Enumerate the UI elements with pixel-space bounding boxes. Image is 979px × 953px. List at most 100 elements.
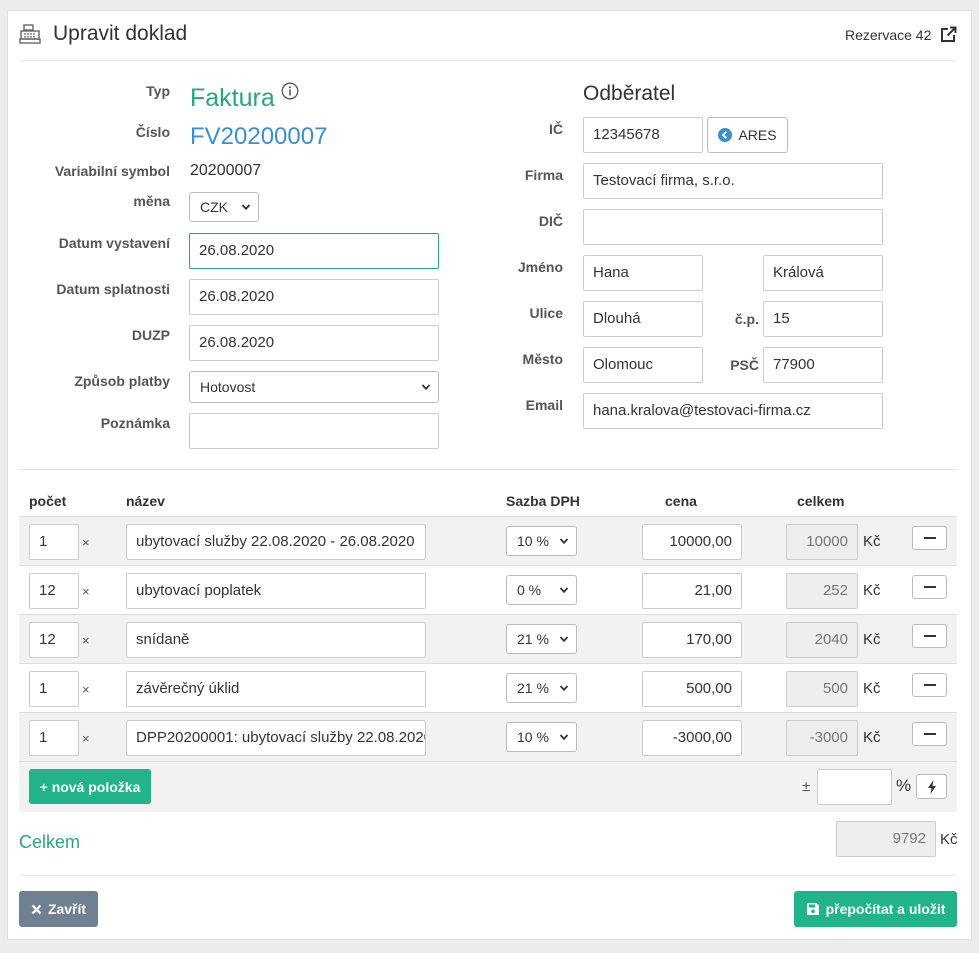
issue-date-label: Datum vystavení — [58, 235, 170, 251]
item-price-input[interactable]: 500,00 — [642, 671, 742, 707]
postal-code-input[interactable]: 77900 — [763, 347, 883, 383]
city-input[interactable]: Olomouc — [583, 347, 703, 383]
currency-select-value: CZK — [200, 199, 228, 215]
variable-symbol-label: Variabilní symbol — [54, 163, 170, 179]
item-vat-value: 21 % — [517, 631, 549, 647]
duzp-label: DUZP — [131, 327, 170, 343]
chevron-down-icon — [241, 204, 251, 211]
table-row: 1 × závěrečný úklid 21 % 500,00 500 Kč — [19, 664, 957, 713]
item-total-field: -3000 — [786, 720, 858, 756]
ic-input[interactable]: 12345678 — [583, 117, 703, 153]
close-button[interactable]: Zavřít — [19, 891, 98, 927]
item-total-field: 2040 — [786, 622, 858, 658]
remove-item-button[interactable] — [912, 526, 947, 550]
save-icon — [806, 903, 819, 915]
item-price-input[interactable]: 170,00 — [642, 622, 742, 658]
payment-method-select[interactable]: Hotovost — [189, 371, 439, 403]
document-type: Faktura — [190, 84, 275, 112]
chevron-down-icon — [559, 734, 569, 741]
plus-minus-symbol: ± — [802, 778, 811, 795]
column-header-vat: Sazba DPH — [506, 493, 580, 509]
chevron-down-icon — [559, 587, 569, 594]
discount-input[interactable] — [817, 769, 892, 805]
item-total-field: 500 — [786, 671, 858, 707]
chevron-down-icon — [559, 538, 569, 545]
postal-code-label: PSČ — [730, 357, 759, 373]
item-vat-select[interactable]: 0 % — [506, 575, 577, 605]
grand-total-field: 9792 — [836, 821, 936, 857]
currency-symbol: Kč — [863, 631, 881, 648]
column-header-count: počet — [29, 493, 67, 509]
close-icon — [31, 904, 42, 914]
percent-symbol: % — [896, 776, 912, 795]
duzp-input[interactable]: 26.08.2020 — [189, 325, 439, 361]
ares-button-label: ARES — [738, 127, 777, 143]
due-date-input[interactable]: 26.08.2020 — [189, 279, 439, 315]
table-row: 12 × ubytovací poplatek 0 % 21,00 252 Kč — [19, 566, 957, 615]
remove-item-button[interactable] — [912, 575, 947, 599]
lightning-icon — [927, 779, 936, 794]
note-label: Poznámka — [100, 415, 170, 431]
item-count-input[interactable]: 12 — [29, 573, 79, 609]
type-label: Typ — [146, 83, 170, 99]
chevron-down-icon — [559, 685, 569, 692]
item-price-input[interactable]: 10000,00 — [642, 524, 742, 560]
times-symbol: × — [82, 682, 90, 697]
item-vat-value: 0 % — [517, 582, 542, 598]
save-button-label: přepočítat a uložit — [825, 901, 946, 917]
item-count-input[interactable]: 12 — [29, 622, 79, 658]
item-name-input[interactable]: snídaně — [126, 622, 426, 658]
column-header-total: celkem — [797, 493, 845, 509]
remove-item-button[interactable] — [912, 722, 947, 746]
table-row: 1 × ubytovací služby 22.08.2020 - 26.08.… — [19, 517, 957, 566]
remove-item-button[interactable] — [912, 673, 947, 697]
times-symbol: × — [82, 731, 90, 746]
payment-method-value: Hotovost — [200, 379, 256, 395]
item-vat-value: 21 % — [517, 680, 549, 696]
street-label: Ulice — [529, 305, 563, 321]
item-name-input[interactable]: ubytovací poplatek — [126, 573, 426, 609]
reservation-link[interactable]: Rezervace 42 — [845, 27, 931, 43]
item-vat-select[interactable]: 10 % — [506, 722, 577, 752]
item-vat-select[interactable]: 10 % — [506, 526, 577, 556]
item-total-field: 252 — [786, 573, 858, 609]
note-input[interactable] — [189, 413, 439, 449]
dic-input[interactable] — [583, 209, 883, 245]
external-link-icon[interactable] — [940, 26, 957, 43]
house-number-input[interactable]: 15 — [763, 301, 883, 337]
remove-item-button[interactable] — [912, 624, 947, 648]
ares-button[interactable]: ARES — [707, 117, 788, 153]
dic-label: DIČ — [538, 213, 563, 229]
last-name-input[interactable]: Králová — [763, 255, 883, 291]
first-name-input[interactable]: Hana — [583, 255, 703, 291]
item-vat-select[interactable]: 21 % — [506, 673, 577, 703]
item-count-input[interactable]: 1 — [29, 524, 79, 560]
apply-discount-button[interactable] — [916, 774, 947, 799]
email-input[interactable]: hana.kralova@testovaci-firma.cz — [583, 393, 883, 429]
table-row: 12 × snídaně 21 % 170,00 2040 Kč — [19, 615, 957, 664]
currency-select[interactable]: CZK — [189, 192, 259, 222]
item-count-input[interactable]: 1 — [29, 671, 79, 707]
issue-date-input[interactable]: 26.08.2020 — [189, 233, 439, 269]
item-vat-select[interactable]: 21 % — [506, 624, 577, 654]
currency-symbol: Kč — [863, 582, 881, 599]
item-count-input[interactable]: 1 — [29, 720, 79, 756]
item-name-input[interactable]: závěrečný úklid — [126, 671, 426, 707]
add-item-button[interactable]: + nová položka — [29, 769, 151, 804]
company-input[interactable]: Testovací firma, s.r.o. — [583, 163, 883, 199]
table-row: 1 × DPP20200001: ubytovací služby 22.08.… — [19, 713, 957, 762]
street-input[interactable]: Dlouhá — [583, 301, 703, 337]
item-name-input[interactable]: DPP20200001: ubytovací služby 22.08.2020… — [126, 720, 426, 756]
footer-divider — [19, 875, 957, 876]
item-price-input[interactable]: -3000,00 — [642, 720, 742, 756]
cash-register-icon — [19, 24, 41, 44]
item-name-input[interactable]: ubytovací služby 22.08.2020 - 26.08.2020 — [126, 524, 426, 560]
house-number-label: č.p. — [734, 311, 759, 327]
times-symbol: × — [82, 535, 90, 550]
item-price-input[interactable]: 21,00 — [642, 573, 742, 609]
recalculate-save-button[interactable]: přepočítat a uložit — [794, 891, 957, 927]
info-icon[interactable] — [281, 82, 299, 100]
currency-symbol: Kč — [863, 680, 881, 697]
name-label: Jméno — [517, 259, 563, 275]
total-label: Celkem — [19, 832, 81, 852]
